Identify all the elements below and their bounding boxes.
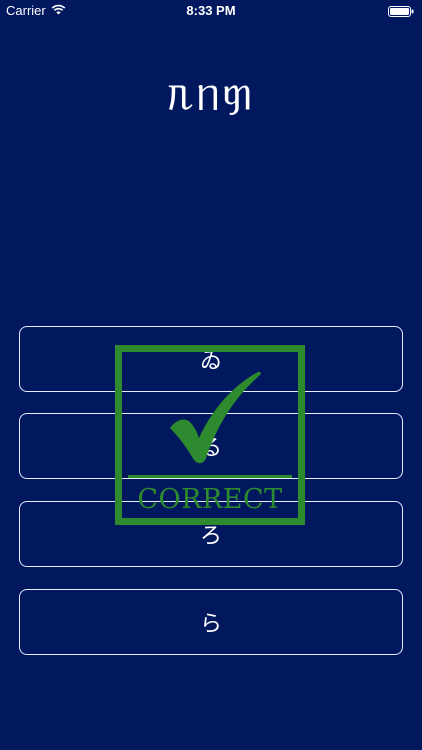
answer-label: る bbox=[199, 436, 222, 461]
answer-button-4[interactable]: ら bbox=[19, 589, 403, 655]
battery-icon bbox=[388, 5, 414, 17]
answer-button-1[interactable]: ゐ bbox=[19, 326, 403, 392]
status-bar: Carrier 8:33 PM bbox=[0, 0, 422, 22]
prompt-word: ᥰᥒᥞ bbox=[167, 70, 255, 121]
status-time: 8:33 PM bbox=[186, 3, 236, 18]
answer-label: ろ bbox=[199, 524, 222, 549]
answer-button-2[interactable]: る bbox=[19, 413, 403, 479]
answer-label: ら bbox=[199, 612, 222, 637]
answer-label: ゐ bbox=[199, 349, 222, 374]
answer-button-3[interactable]: ろ bbox=[19, 501, 403, 567]
